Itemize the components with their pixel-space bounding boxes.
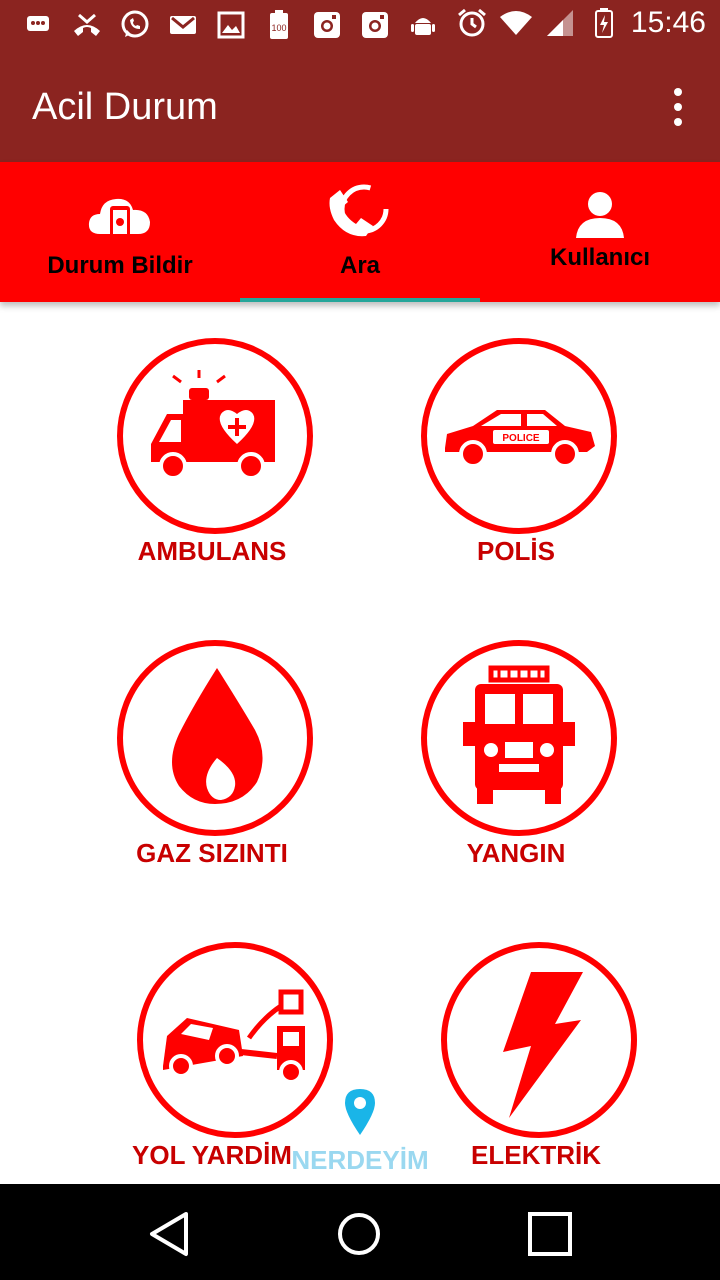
clock: 15:46 [630,6,706,39]
service-label: YANGIN [466,838,566,868]
svg-text:24: 24 [355,200,375,220]
tab-indicator [240,298,480,302]
map-pin-icon [345,1089,375,1135]
fire-truck-icon [421,640,617,836]
status-bar: 100 15:46 [0,0,720,52]
tab-durum-bildir[interactable]: Durum Bildir [0,162,240,302]
electric-button[interactable]: ELEKTRİK [386,942,686,1182]
app-title: Acil Durum [32,86,218,128]
lightning-icon [441,942,637,1138]
battery-icon [587,6,621,40]
signal-icon [543,6,577,40]
svg-text:POLICE: POLICE [502,433,540,444]
svg-text:100: 100 [271,23,286,33]
app-bar: Acil Durum [0,52,720,162]
service-label: AMBULANS [137,536,287,566]
message-icon [22,8,56,42]
fire-button[interactable]: YANGIN [366,640,666,880]
home-button[interactable] [329,1204,389,1264]
tab-label: Ara [339,252,381,279]
alarm-icon [455,6,489,40]
police-car-icon: POLICE [421,338,617,534]
recents-button[interactable] [520,1204,580,1264]
flame-icon [117,640,313,836]
navigation-bar [0,1184,720,1280]
instagram-icon [358,8,392,42]
where-am-i-button[interactable]: NERDEYİM [290,1085,430,1180]
police-button[interactable]: POLICE POLİS [366,338,666,578]
service-label: ELEKTRİK [471,1140,601,1170]
overflow-menu-icon[interactable] [666,88,690,126]
user-icon [576,192,624,238]
wifi-icon [499,6,533,40]
tab-bar: Durum Bildir 24 Ara Kullanıcı [0,162,720,302]
recents-icon [528,1212,572,1256]
battery-100-icon: 100 [262,8,296,42]
tab-label: Durum Bildir [47,252,193,279]
tab-label: Kullanıcı [549,244,651,271]
ambulance-icon [117,338,313,534]
whatsapp-icon [118,8,152,42]
where-am-i-label: NERDEYİM [291,1145,429,1175]
home-icon [338,1213,380,1255]
android-icon [406,8,440,42]
tab-kullanici[interactable]: Kullanıcı [480,162,720,302]
cloud-phone-icon [88,198,150,240]
phone-24-icon: 24 [329,184,389,237]
ambulance-button[interactable]: AMBULANS [62,338,362,578]
back-icon [150,1212,188,1256]
gallery-icon [214,8,248,42]
service-label: POLİS [476,536,555,566]
gas-leak-button[interactable]: GAZ SIZINTI [62,640,362,880]
instagram-icon [310,8,344,42]
gmail-icon [166,8,200,42]
tab-ara[interactable]: 24 Ara [240,162,480,302]
missed-call-icon [70,8,104,42]
service-label: GAZ SIZINTI [136,838,288,868]
back-button[interactable] [140,1204,200,1264]
